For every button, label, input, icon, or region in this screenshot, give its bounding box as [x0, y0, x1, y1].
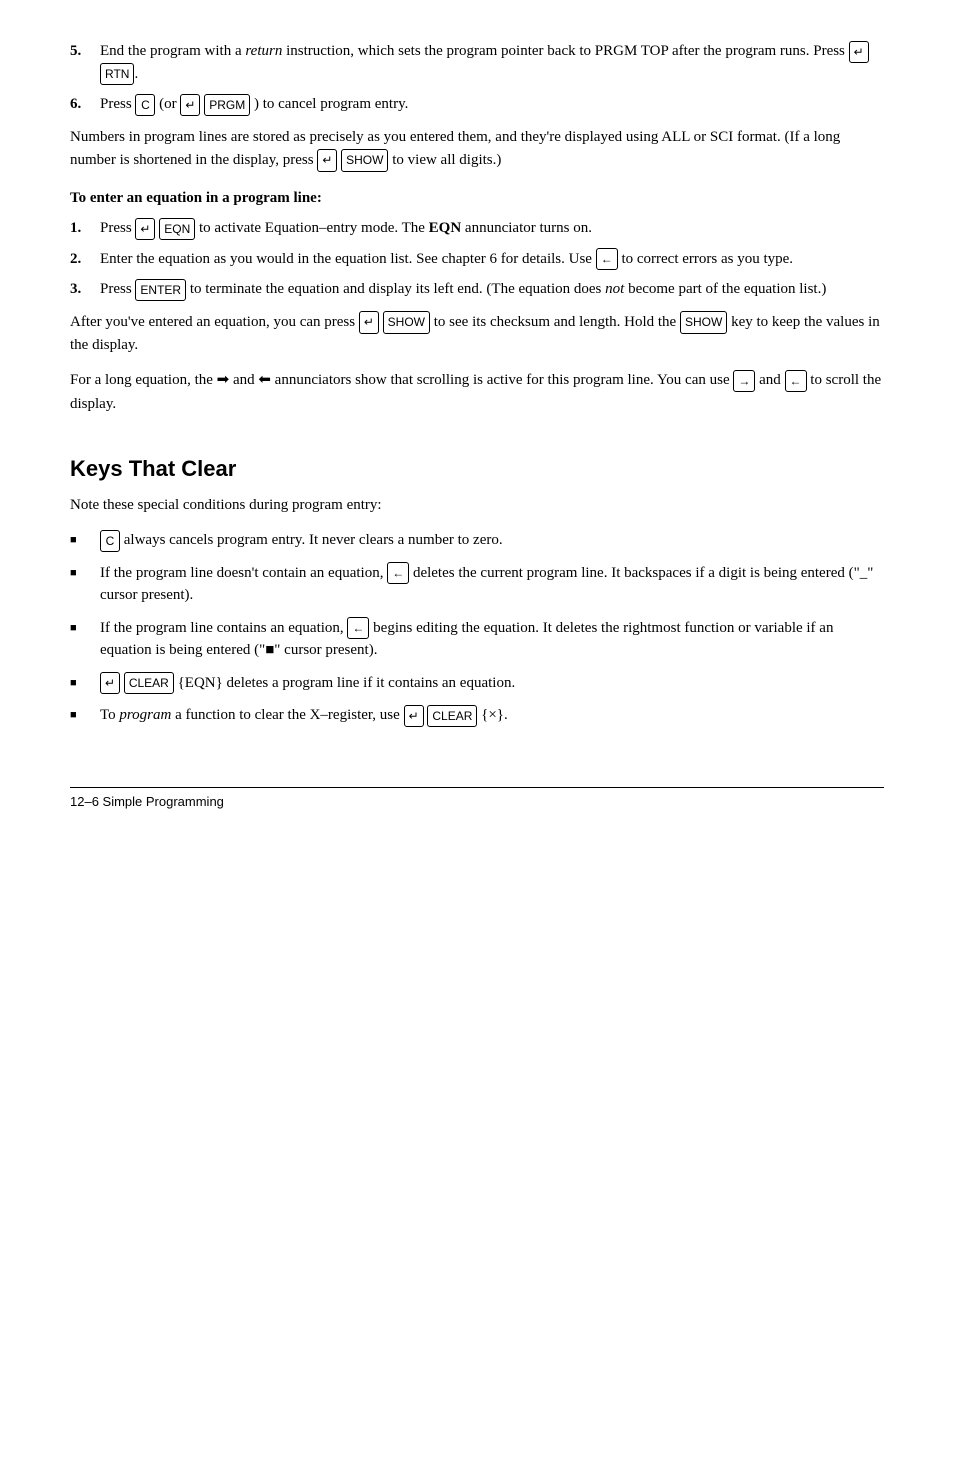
bullet-sq-1: ■: [70, 529, 100, 549]
shift-key-2: ↵: [180, 94, 200, 116]
eq-step-2-body: Enter the equation as you would in the e…: [100, 248, 884, 271]
shift-key-6: ↵: [100, 672, 120, 694]
bullet-sq-5: ■: [70, 704, 100, 724]
enter-key: ENTER: [135, 279, 186, 301]
bullet-1: ■ C always cancels program entry. It nev…: [70, 529, 884, 552]
left-arrow-key: ←: [785, 370, 807, 393]
eq-step-1: 1. Press ↵ EQN to activate Equation–entr…: [70, 217, 884, 240]
program-italic: program: [119, 707, 171, 723]
backspace-key-1: ←: [596, 248, 618, 270]
step-5-num: 5.: [70, 40, 100, 85]
eq-step-2-num: 2.: [70, 248, 100, 271]
eq-step-2: 2. Enter the equation as you would in th…: [70, 248, 884, 271]
right-arrow-key: →: [733, 370, 755, 393]
step-6-num: 6.: [70, 93, 100, 116]
eq-step-1-body: Press ↵ EQN to activate Equation–entry m…: [100, 217, 884, 240]
bullet-sq-3: ■: [70, 617, 100, 637]
shift-key-4: ↵: [135, 218, 155, 240]
shift-key-5: ↵: [359, 311, 379, 334]
footer-bar: 12–6 Simple Programming: [70, 787, 884, 809]
c-key-2: C: [100, 530, 120, 552]
bullet-list: ■ C always cancels program entry. It nev…: [70, 529, 884, 727]
shift-key-7: ↵: [404, 705, 424, 727]
bullet-5-body: To program a function to clear the X–reg…: [100, 704, 884, 727]
keys-that-clear-heading: Keys That Clear: [70, 456, 884, 482]
eq-step-1-num: 1.: [70, 217, 100, 240]
backspace-key-3: ←: [347, 617, 369, 639]
keys-intro-text: Note these special conditions during pro…: [70, 494, 884, 517]
para-scroll: For a long equation, the ➡ and ⬅ annunci…: [70, 369, 884, 416]
bullet-5: ■ To program a function to clear the X–r…: [70, 704, 884, 727]
clear-key-2: CLEAR: [427, 705, 477, 727]
bullet-3-body: If the program line contains an equation…: [100, 617, 884, 662]
bullet-1-body: C always cancels program entry. It never…: [100, 529, 884, 552]
footer-text: 12–6 Simple Programming: [70, 794, 224, 809]
step-5: 5. End the program with a return instruc…: [70, 40, 884, 85]
show-key-3: SHOW: [680, 311, 727, 334]
para-checksum: After you've entered an equation, you ca…: [70, 311, 884, 358]
steps-top-list: 5. End the program with a return instruc…: [70, 40, 884, 116]
not-italic: not: [605, 281, 624, 297]
rtn-key: RTN: [100, 63, 134, 85]
backspace-key-2: ←: [387, 562, 409, 584]
return-italic: return: [245, 43, 282, 59]
show-key-1: SHOW: [341, 149, 388, 172]
bullet-sq-2: ■: [70, 562, 100, 582]
clear-key-1: CLEAR: [124, 672, 174, 694]
eqn-key: EQN: [159, 218, 195, 240]
bullet-4-body: ↵ CLEAR {EQN} deletes a program line if …: [100, 672, 884, 695]
equation-section-heading: To enter an equation in a program line:: [70, 190, 884, 207]
bullet-2: ■ If the program line doesn't contain an…: [70, 562, 884, 607]
bullet-2-body: If the program line doesn't contain an e…: [100, 562, 884, 607]
step-5-body: End the program with a return instructio…: [100, 40, 884, 85]
para-numbers: Numbers in program lines are stored as p…: [70, 126, 884, 173]
c-key-1: C: [135, 94, 155, 116]
equation-steps-list: 1. Press ↵ EQN to activate Equation–entr…: [70, 217, 884, 301]
shift-key-1: ↵: [849, 41, 869, 63]
eq-step-3-body: Press ENTER to terminate the equation an…: [100, 278, 884, 301]
show-key-2: SHOW: [383, 311, 430, 334]
eq-step-3-num: 3.: [70, 278, 100, 301]
step-6: 6. Press C (or ↵ PRGM ) to cancel progra…: [70, 93, 884, 116]
bullet-sq-4: ■: [70, 672, 100, 692]
eqn-bold: EQN: [429, 220, 462, 236]
bullet-4: ■ ↵ CLEAR {EQN} deletes a program line i…: [70, 672, 884, 695]
shift-key-3: ↵: [317, 149, 337, 172]
step-6-body: Press C (or ↵ PRGM ) to cancel program e…: [100, 93, 884, 116]
eq-step-3: 3. Press ENTER to terminate the equation…: [70, 278, 884, 301]
prgm-key: PRGM: [204, 94, 250, 116]
bullet-3: ■ If the program line contains an equati…: [70, 617, 884, 662]
page-content: 5. End the program with a return instruc…: [70, 40, 884, 727]
